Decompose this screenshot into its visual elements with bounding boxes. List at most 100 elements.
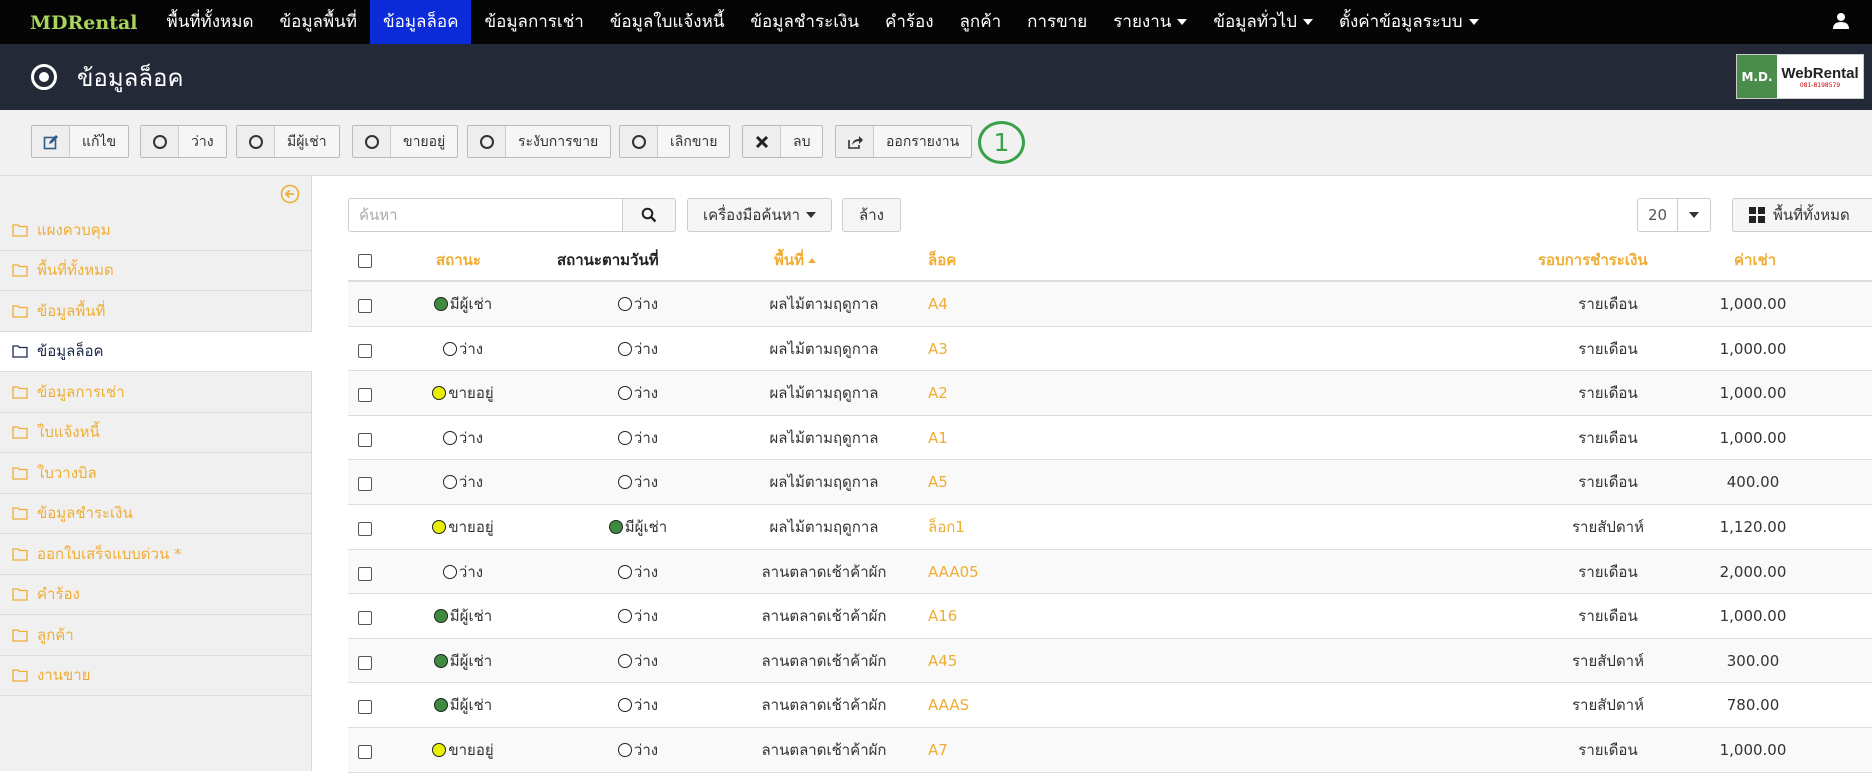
search-input[interactable] (348, 198, 623, 232)
nav-item-label: พื้นที่ทั้งหมด (166, 12, 254, 32)
status-cell: มีผู้เช่า (388, 639, 538, 683)
stop-sale-button[interactable]: เลิกขาย (619, 125, 731, 158)
nav-item[interactable]: ข้อมูลพื้นที่ (267, 0, 371, 44)
sidebar-item[interactable]: ข้อมูลชำระเงิน (0, 494, 312, 534)
nav-item[interactable]: ข้อมูลการเช่า (471, 0, 596, 44)
row-checkbox[interactable] (358, 477, 372, 492)
nav-item[interactable]: ข้อมูลใบแจ้งหนี้ (597, 0, 738, 44)
lock-link[interactable]: A7 (928, 728, 948, 772)
page-header: ข้อมูลล็อค M.D. WebRental 081-8198579 (0, 44, 1872, 110)
lock-link[interactable]: A5 (928, 460, 948, 504)
sidebar-item[interactable]: ข้อมูลล็อค (0, 331, 312, 372)
folder-icon (12, 264, 28, 277)
set-for-sale-button[interactable]: ขายอยู่ (352, 125, 459, 158)
table-row[interactable]: ว่าง ว่าง ผลไม้ตามฤดูกาล A5 รายเดือน 400.00 (348, 460, 1872, 505)
date-status-text: ว่าง (633, 562, 659, 581)
edit-button[interactable]: แก้ไข (31, 125, 130, 158)
table-row[interactable]: มีผู้เช่า ว่าง ผลไม้ตามฤดูกาล A4 รายเดือน 1,0… (348, 282, 1872, 327)
lock-link[interactable]: A3 (928, 327, 948, 371)
nav-item[interactable]: ข้อมูลล็อค (370, 0, 472, 44)
row-checkbox[interactable] (358, 700, 372, 715)
nav-item[interactable]: ลูกค้า (947, 0, 1015, 44)
column-lock[interactable]: ล็อค (928, 240, 956, 282)
table-row[interactable]: ขายอยู่ ว่าง ลานตลาดเช้าค้าผัก A7 รายเดือน 1,… (348, 728, 1872, 773)
table-row[interactable]: ขายอยู่ มีผู้เช่า ผลไม้ตามฤดูกาล ล็อก1 รายสั… (348, 505, 1872, 550)
status-dot-icon (617, 430, 632, 445)
delete-button[interactable]: ลบ (742, 125, 824, 158)
nav-item[interactable]: คำร้อง (872, 0, 947, 44)
sidebar-item[interactable]: ใบวางบิล (0, 453, 312, 494)
select-all-checkbox[interactable] (358, 254, 372, 268)
nav-item[interactable]: พื้นที่ทั้งหมด (154, 0, 267, 44)
sidebar-item[interactable]: แผงควบคุม (0, 210, 312, 251)
set-rented-button[interactable]: มีผู้เช่า (236, 125, 340, 158)
nav-item[interactable]: ตั้งค่าข้อมูลระบบ (1326, 0, 1492, 44)
lock-link[interactable]: A4 (928, 282, 948, 326)
action-toolbar: แก้ไข ว่าง มีผู้เช่า ขายอยู่ ระงับการขาย… (0, 110, 1872, 176)
row-checkbox[interactable] (358, 388, 372, 403)
sidebar-item[interactable]: ข้อมูลพื้นที่ (0, 291, 312, 332)
chevron-down-icon (1468, 19, 1479, 25)
column-status[interactable]: สถานะ (436, 240, 481, 282)
status-cell: มีผู้เช่า (388, 683, 538, 727)
column-payment-cycle[interactable]: รอบการชำระเงิน (1538, 240, 1648, 282)
search-tools-label: เครื่องมือค้นหา (702, 206, 801, 224)
lock-link[interactable]: AAAS (928, 683, 969, 727)
sidebar-item[interactable]: พื้นที่ทั้งหมด (0, 251, 312, 291)
row-checkbox[interactable] (358, 432, 372, 447)
row-checkbox[interactable] (358, 299, 372, 313)
table-row[interactable]: ว่าง ว่าง ผลไม้ตามฤดูกาล A1 รายเดือน 1,000.00 (348, 415, 1872, 461)
row-checkbox[interactable] (358, 655, 372, 670)
sidebar-item[interactable]: ลูกค้า (0, 615, 312, 656)
nav-item[interactable]: รายงาน (1100, 0, 1200, 44)
arrow-circle-left-icon[interactable] (280, 184, 300, 204)
table-row[interactable]: มีผู้เช่า ว่าง ลานตลาดเช้าค้าผัก AAAS รายสัป… (348, 683, 1872, 728)
page-size-select[interactable]: 20 (1637, 198, 1711, 232)
nav-item-label: รายงาน (1113, 12, 1172, 32)
lock-link[interactable]: A16 (928, 594, 957, 638)
nav-item-label: ข้อมูลล็อค (383, 12, 459, 32)
row-checkbox[interactable] (358, 611, 372, 626)
column-rent[interactable]: ค่าเช่า (1734, 240, 1776, 282)
column-area[interactable]: พื้นที่ (774, 240, 817, 282)
sidebar-item[interactable]: คำร้อง (0, 575, 312, 615)
lock-link[interactable]: A45 (928, 639, 957, 683)
user-icon[interactable] (1832, 12, 1850, 30)
status-text: มีผู้เช่า (449, 651, 493, 670)
lock-link[interactable]: A2 (928, 371, 948, 415)
table-row[interactable]: ว่าง ว่าง ผลไม้ตามฤดูกาล A3 รายเดือน 1,000.00 (348, 326, 1872, 372)
view-all-areas-button[interactable]: พื้นที่ทั้งหมด (1732, 198, 1872, 232)
row-checkbox[interactable] (358, 343, 372, 358)
status-cell: มีผู้เช่า (388, 282, 538, 326)
row-checkbox[interactable] (358, 566, 372, 581)
table-row[interactable]: มีผู้เช่า ว่าง ลานตลาดเช้าค้าผัก A45 รายสัปด… (348, 638, 1872, 684)
row-checkbox[interactable] (358, 522, 372, 536)
sidebar-item-label: ลูกค้า (37, 625, 74, 644)
search-tools-dropdown[interactable]: เครื่องมือค้นหา (687, 198, 832, 232)
export-report-button[interactable]: ออกรายงาน (835, 125, 973, 158)
sidebar-item[interactable]: ข้อมูลการเช่า (0, 372, 312, 413)
sidebar-item[interactable]: ใบแจ้งหนี้ (0, 413, 312, 453)
nav-item[interactable]: ข้อมูลทั่วไป (1200, 0, 1326, 44)
table-row[interactable]: ว่าง ว่าง ลานตลาดเช้าค้าผัก AAA05 รายเดือน 2,… (348, 549, 1872, 595)
sidebar-item[interactable]: ออกใบเสร็จแบบด่วน * (0, 534, 312, 575)
lock-link[interactable]: ล็อก1 (928, 505, 965, 549)
nav-item[interactable]: การขาย (1014, 0, 1100, 44)
brand-logo[interactable]: MDRental (0, 0, 154, 44)
table-row[interactable]: มีผู้เช่า ว่าง ลานตลาดเช้าค้าผัก A16 รายเดือ… (348, 594, 1872, 639)
table-row[interactable]: ขายอยู่ ว่าง ผลไม้ตามฤดูกาล A2 รายเดือน 1,000… (348, 371, 1872, 416)
lock-link[interactable]: AAA05 (928, 550, 979, 594)
search-button[interactable] (622, 198, 676, 232)
set-vacant-button[interactable]: ว่าง (140, 125, 227, 158)
clear-button[interactable]: ล้าง (842, 198, 901, 232)
suspend-sale-button[interactable]: ระงับการขาย (467, 125, 612, 158)
nav-item[interactable]: ข้อมูลชำระเงิน (737, 0, 872, 44)
top-navbar: MDRental พื้นที่ทั้งหมด ข้อมูลพื้นที่ ข้อม… (0, 0, 1872, 44)
lock-link[interactable]: A1 (928, 416, 948, 460)
column-status-by-date[interactable]: สถานะตามวันที่ (557, 240, 659, 282)
status-text: ว่าง (458, 428, 484, 447)
row-checkbox[interactable] (358, 745, 372, 759)
date-status-cell: ว่าง (538, 728, 738, 772)
sidebar-item[interactable]: งานขาย (0, 656, 312, 696)
stop-sale-label: เลิกขาย (670, 133, 718, 150)
